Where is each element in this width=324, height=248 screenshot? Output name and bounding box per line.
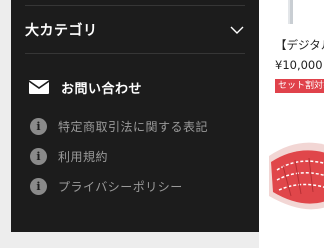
navigation-drawer: 大カテゴリ お問い合わせ i 特定商取引法に関する表記 i 利用規約 i プライ…	[11, 0, 259, 232]
divider	[25, 53, 245, 54]
info-icon: i	[30, 147, 47, 165]
legal-notice-label: 特定商取引法に関する表記	[58, 119, 209, 134]
product-image[interactable]	[269, 136, 324, 221]
product-thumbnail-top	[288, 0, 293, 24]
discount-badge: セット割対象	[275, 79, 324, 93]
privacy-policy-label: プライバシーポリシー	[58, 179, 183, 194]
info-icon: i	[30, 177, 47, 195]
category-label: 大カテゴリ	[25, 22, 98, 39]
product-title[interactable]: 【デジタル	[275, 37, 324, 53]
screen: 大カテゴリ お問い合わせ i 特定商取引法に関する表記 i 利用規約 i プライ…	[0, 0, 324, 248]
contact-label: お問い合わせ	[61, 81, 143, 97]
product-card[interactable]: 【デジタル ¥10,000 セット割対象	[259, 0, 324, 248]
envelope-icon	[29, 80, 49, 94]
category-accordion[interactable]: 大カテゴリ	[25, 6, 245, 53]
chevron-down-icon[interactable]	[229, 22, 245, 38]
terms-label: 利用規約	[58, 149, 109, 164]
info-icon: i	[30, 117, 47, 135]
product-price: ¥10,000	[275, 58, 323, 72]
legal-notice-link[interactable]: i 特定商取引法に関する表記	[30, 117, 208, 135]
terms-link[interactable]: i 利用規約	[30, 147, 108, 165]
page-background	[0, 232, 259, 248]
contact-link[interactable]: お問い合わせ	[29, 76, 142, 98]
privacy-policy-link[interactable]: i プライバシーポリシー	[30, 177, 183, 195]
